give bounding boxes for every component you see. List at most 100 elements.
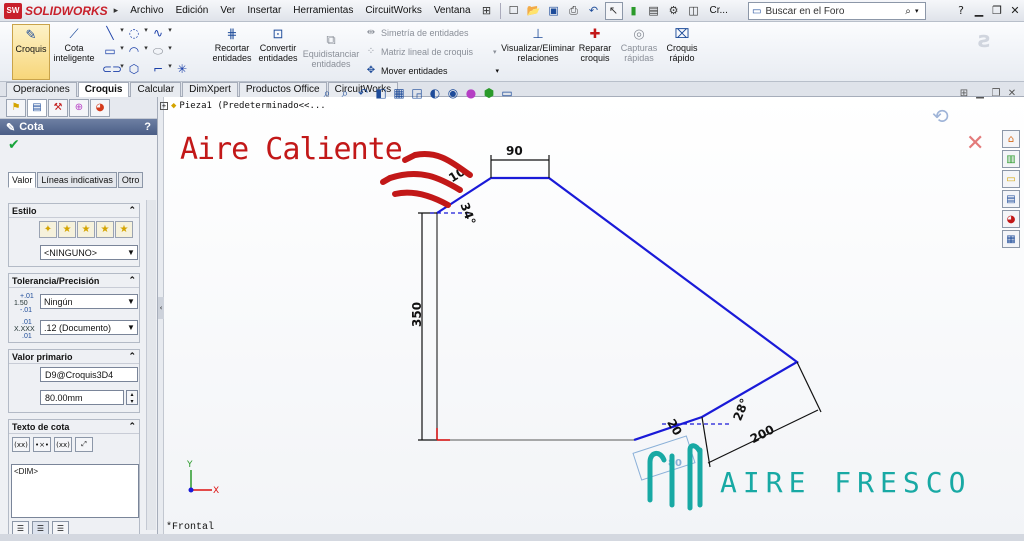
valor-primario-group-header[interactable]: Valor primario ⌃: [9, 350, 139, 364]
viewport-minimize-icon[interactable]: ▁: [972, 88, 988, 99]
rectangle-icon[interactable]: ▭: [102, 44, 118, 59]
view-palette-icon[interactable]: ▤: [1002, 190, 1020, 208]
align-center-icon[interactable]: ☰: [32, 521, 49, 535]
display-style-icon[interactable]: ◐: [426, 86, 444, 101]
zoom-to-fit-icon[interactable]: ⌕: [318, 86, 336, 101]
tolerancia-group-header[interactable]: Tolerancia/Precisión ⌃: [9, 274, 139, 288]
precision-select[interactable]: .12 (Documento) ▼: [40, 320, 138, 335]
tab-productos-office[interactable]: Productos Office: [238, 82, 327, 97]
save-icon[interactable]: ▣: [545, 2, 563, 20]
menu-circuitworks[interactable]: CircuitWorks: [359, 5, 427, 16]
subtab-valor[interactable]: Valor: [8, 172, 37, 188]
equidistanciar-entidades-button[interactable]: ⧉ Equidistanciar entidades: [302, 32, 360, 69]
reparar-croquis-button[interactable]: ✚ Reparar croquis: [576, 26, 614, 63]
tree-expand-icon[interactable]: +: [160, 102, 168, 110]
search-dropdown-icon[interactable]: ▾: [915, 7, 925, 15]
file-properties-icon[interactable]: ▤: [645, 2, 663, 20]
flyout-feature-tree[interactable]: + ◆ Pieza1 (Predeterminado<<...: [160, 101, 326, 111]
edit-appearance-icon[interactable]: ●: [462, 86, 480, 101]
panel-help-icon[interactable]: ?: [144, 121, 151, 133]
help-icon[interactable]: ?: [952, 1, 970, 19]
configuration-tab-icon[interactable]: ⚒: [48, 98, 68, 117]
display-tab-icon[interactable]: ◕: [90, 98, 110, 117]
align-left-icon[interactable]: ☰: [12, 521, 29, 535]
dimension-name-field[interactable]: D9@Croquis3D4: [40, 367, 138, 382]
menu-insertar[interactable]: Insertar: [241, 5, 287, 16]
load-style-icon[interactable]: ★: [115, 221, 133, 238]
offset-text-icon[interactable]: ⤢: [75, 437, 93, 452]
collapse-chevron-icon[interactable]: ⌃: [128, 205, 136, 216]
value-spinner[interactable]: ▴ ▾: [126, 390, 138, 405]
previous-view-icon[interactable]: ↶: [354, 86, 372, 101]
dynamic-annotation-icon[interactable]: ▦: [390, 86, 408, 101]
design-library-icon[interactable]: ▥: [1002, 150, 1020, 168]
collapse-chevron-icon[interactable]: ⌃: [128, 275, 136, 286]
tab-operaciones[interactable]: Operaciones: [6, 82, 77, 97]
matriz-lineal-button[interactable]: ⁘ Matriz lineal de croquis ▾: [364, 46, 497, 57]
slot-dropdown-icon[interactable]: ▾: [118, 62, 126, 76]
mover-entidades-button[interactable]: ✥ Mover entidades ▾: [364, 65, 499, 76]
menu-archivo[interactable]: Archivo: [124, 5, 169, 16]
open-folder-icon[interactable]: 📂: [525, 2, 543, 20]
rectangle-dropdown-icon[interactable]: ▾: [118, 44, 126, 59]
spline-dropdown-icon[interactable]: ▾: [166, 26, 174, 40]
section-view-icon[interactable]: ◧: [372, 86, 390, 101]
menu-edicion[interactable]: Edición: [170, 5, 215, 16]
menu-expand-arrow-icon[interactable]: ▸: [114, 6, 119, 16]
solidworks-resources-icon[interactable]: ⌂: [1002, 130, 1020, 148]
add-style-icon[interactable]: ★: [58, 221, 76, 238]
fillet-dropdown-icon[interactable]: ▾: [166, 62, 174, 76]
capturas-rapidas-button[interactable]: ◎ Capturas rápidas: [618, 26, 660, 63]
tab-croquis[interactable]: Croquis: [77, 82, 130, 97]
delete-style-icon[interactable]: ★: [77, 221, 95, 238]
croquis-rapido-button[interactable]: ⌧ Croquis rápido: [664, 26, 700, 63]
apply-style-icon[interactable]: ✦: [39, 221, 57, 238]
menu-ventana[interactable]: Ventana: [428, 5, 477, 16]
search-forum-field[interactable]: ▭ Buscar en el Foro ⌕ ▾: [748, 2, 926, 20]
slot-icon[interactable]: ⊂⊃: [102, 62, 122, 76]
circle-dropdown-icon[interactable]: ▾: [142, 26, 150, 40]
collapse-chevron-icon[interactable]: ⌃: [128, 351, 136, 362]
undo-icon[interactable]: ↶: [585, 2, 603, 20]
feature-tree-tab-icon[interactable]: ⚑: [6, 98, 26, 117]
visualizar-relaciones-button[interactable]: ⊥ Visualizar/Eliminar relaciones: [500, 26, 576, 63]
polygon-icon[interactable]: ⬡: [126, 62, 142, 76]
dimension-value-field[interactable]: 80.00mm: [40, 390, 124, 405]
arc-dropdown-icon[interactable]: ▾: [142, 44, 150, 59]
search-icon[interactable]: ⌕: [901, 6, 915, 17]
fillet-icon[interactable]: ⌐: [150, 62, 166, 76]
ok-checkmark-icon[interactable]: ✔: [8, 137, 20, 153]
viewport-split-icon[interactable]: ⊞: [956, 88, 972, 99]
texto-cota-group-header[interactable]: Texto de cota ⌃: [9, 420, 139, 434]
solidworks-logo[interactable]: SW SOLIDWORKS ▸: [0, 0, 124, 22]
line-dropdown-icon[interactable]: ▾: [118, 26, 126, 40]
apply-scene-icon[interactable]: ⬢: [480, 86, 498, 101]
spline-icon[interactable]: ∿: [150, 26, 166, 40]
collapse-chevron-icon[interactable]: ⌃: [128, 421, 136, 432]
confirmation-corner-icon[interactable]: ⟲: [932, 104, 962, 134]
arc-icon[interactable]: ◠: [126, 44, 142, 59]
close-icon[interactable]: ✕: [1006, 1, 1024, 19]
tolerance-type-select[interactable]: Ningún ▼: [40, 294, 138, 309]
print-icon[interactable]: ⎙: [565, 2, 583, 20]
view-settings-icon[interactable]: ▭: [498, 86, 516, 101]
matriz-dropdown-icon[interactable]: ▾: [493, 48, 497, 56]
convertir-entidades-button[interactable]: ⊡ Convertir entidades: [256, 26, 300, 63]
viewport-close-icon[interactable]: ✕: [1004, 88, 1020, 99]
customize-icon[interactable]: ◫: [685, 2, 703, 20]
panel-scrollbar[interactable]: [146, 200, 156, 530]
line-icon[interactable]: ╲: [102, 26, 118, 40]
ellipse-dropdown-icon[interactable]: ▾: [166, 44, 174, 59]
croquis-button[interactable]: ✎ Croquis: [12, 24, 50, 80]
ellipse-icon[interactable]: ⬭: [150, 44, 166, 59]
file-explorer-icon[interactable]: ▭: [1002, 170, 1020, 188]
restore-icon[interactable]: ❐: [988, 1, 1006, 19]
simetria-button[interactable]: ⇹ Simetría de entidades: [364, 27, 469, 38]
viewport-restore-icon[interactable]: ❐: [988, 88, 1004, 99]
tab-calcular[interactable]: Calcular: [130, 82, 182, 97]
custom-properties-icon[interactable]: ▦: [1002, 230, 1020, 248]
toolbar-cr-label[interactable]: Cr...: [704, 5, 734, 16]
appearances-icon[interactable]: ◕: [1002, 210, 1020, 228]
view-orientation-icon[interactable]: ◲: [408, 86, 426, 101]
center-dimension-button[interactable]: •×•: [33, 437, 51, 452]
